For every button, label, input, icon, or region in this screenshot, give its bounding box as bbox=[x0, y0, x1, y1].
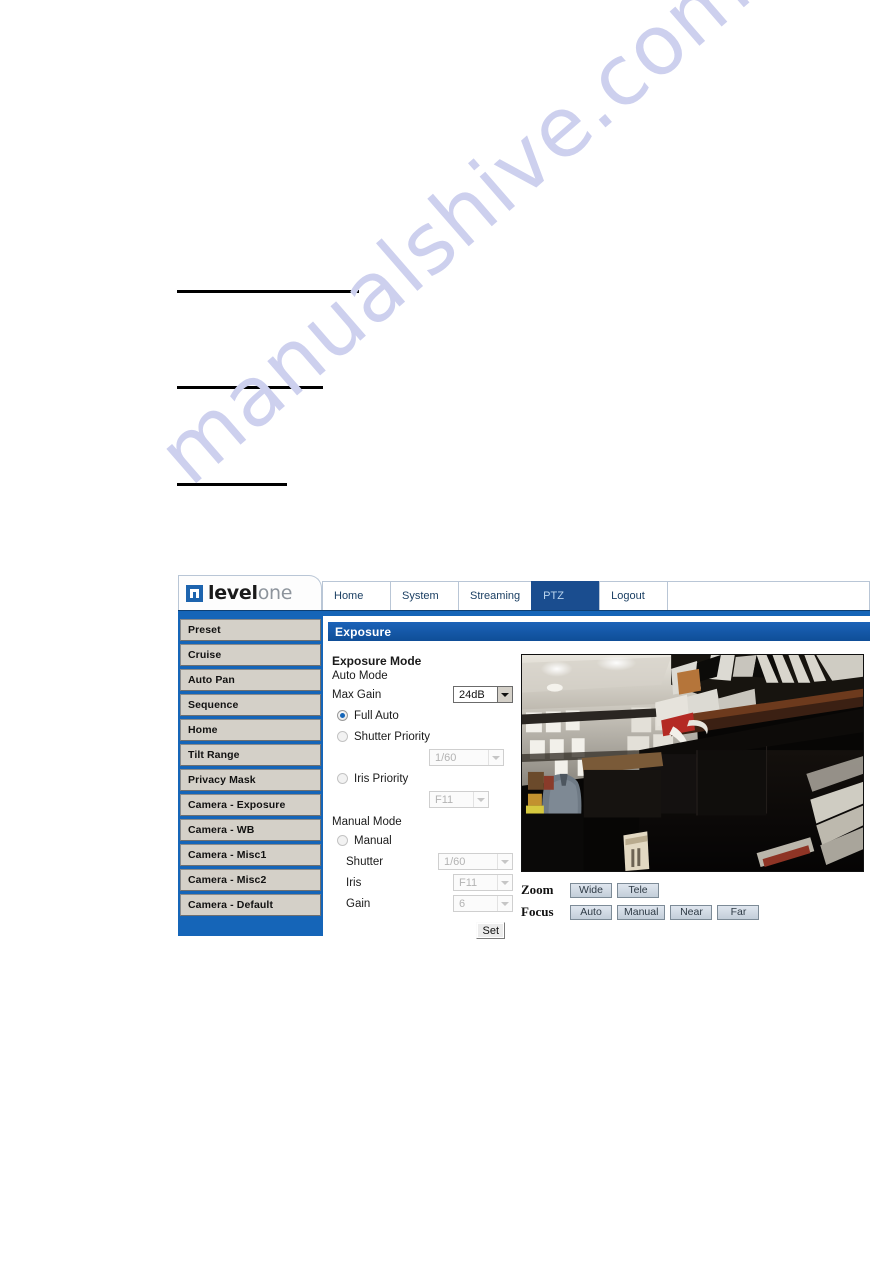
chevron-down-icon bbox=[473, 792, 488, 807]
gain-row: Gain 6 bbox=[332, 893, 513, 914]
iris-priority-radio[interactable] bbox=[337, 773, 348, 784]
zoom-tele-button[interactable]: Tele bbox=[617, 882, 659, 898]
sidebar-item-home[interactable]: Home bbox=[180, 719, 321, 741]
set-button-row: Set bbox=[332, 922, 513, 939]
main-nav-tabs: Home System Streaming PTZ Logout bbox=[322, 581, 870, 610]
tab-logout[interactable]: Logout bbox=[599, 581, 668, 610]
max-gain-row: Max Gain 24dB bbox=[332, 684, 513, 705]
manual-radio[interactable] bbox=[337, 835, 348, 846]
focus-control-row: Focus Auto Manual Near Far bbox=[521, 901, 870, 923]
video-still-image bbox=[522, 655, 863, 871]
tab-system[interactable]: System bbox=[390, 581, 458, 610]
exposure-form: Exposure Mode Auto Mode Max Gain 24dB Fu… bbox=[328, 654, 513, 939]
levelone-wordmark: levelone bbox=[208, 581, 293, 604]
manual-label: Manual bbox=[354, 834, 392, 847]
exposure-mode-heading: Exposure Mode bbox=[332, 654, 422, 668]
iris-priority-select[interactable]: F11 bbox=[429, 791, 489, 808]
manual-mode-label: Manual Mode bbox=[332, 816, 402, 828]
focus-auto-button[interactable]: Auto bbox=[570, 904, 612, 920]
panel-title: Exposure bbox=[328, 622, 870, 641]
sidebar-item-camera-exposure[interactable]: Camera - Exposure bbox=[180, 794, 321, 816]
sidebar-item-cruise[interactable]: Cruise bbox=[180, 644, 321, 666]
max-gain-select[interactable]: 24dB bbox=[453, 686, 513, 703]
auto-mode-label: Auto Mode bbox=[332, 670, 388, 682]
manual-page: manualshive.com levelone Home System Str… bbox=[0, 0, 894, 1263]
panel-body: Exposure Mode Auto Mode Max Gain 24dB Fu… bbox=[328, 641, 870, 939]
iris-priority-value: F11 bbox=[435, 793, 454, 806]
sidebar-nav: Preset Cruise Auto Pan Sequence Home Til… bbox=[178, 616, 323, 936]
levelone-logo: levelone bbox=[178, 575, 322, 610]
live-video-preview bbox=[521, 654, 864, 872]
full-auto-radio[interactable] bbox=[337, 710, 348, 721]
full-auto-radio-row[interactable]: Full Auto bbox=[332, 705, 513, 726]
tab-home[interactable]: Home bbox=[322, 581, 390, 610]
tab-bar-filler bbox=[667, 581, 870, 610]
iris-priority-radio-row[interactable]: Iris Priority bbox=[332, 768, 513, 789]
gain-select[interactable]: 6 bbox=[453, 895, 513, 912]
focus-near-button[interactable]: Near bbox=[670, 904, 713, 920]
zoom-label: Zoom bbox=[521, 882, 554, 897]
ui-body: Preset Cruise Auto Pan Sequence Home Til… bbox=[178, 616, 870, 939]
iris-row: Iris F11 bbox=[332, 872, 513, 893]
chevron-down-icon bbox=[497, 875, 512, 890]
focus-label: Focus bbox=[521, 904, 554, 919]
levelone-mark-icon bbox=[186, 584, 203, 602]
content-area: Exposure Exposure Mode Auto Mode Max Gai… bbox=[323, 616, 870, 939]
ptz-controls: Zoom Wide Tele Focus Auto Manual Near Fa… bbox=[521, 879, 870, 923]
sidebar-item-camera-misc2[interactable]: Camera - Misc2 bbox=[180, 869, 321, 891]
ui-header: levelone Home System Streaming PTZ Logou… bbox=[178, 575, 870, 610]
chevron-down-icon bbox=[497, 896, 512, 911]
video-column: Zoom Wide Tele Focus Auto Manual Near Fa… bbox=[513, 654, 870, 939]
redacted-heading-rule-3 bbox=[177, 483, 287, 486]
shutter-label: Shutter bbox=[346, 855, 384, 868]
shutter-priority-label: Shutter Priority bbox=[354, 730, 431, 743]
iris-label: Iris bbox=[346, 876, 362, 889]
sidebar-item-auto-pan[interactable]: Auto Pan bbox=[180, 669, 321, 691]
shutter-priority-radio-row[interactable]: Shutter Priority bbox=[332, 726, 513, 747]
manual-radio-row[interactable]: Manual bbox=[332, 830, 513, 851]
shutter-row: Shutter 1/60 bbox=[332, 851, 513, 872]
max-gain-value: 24dB bbox=[459, 688, 485, 701]
iris-value: F11 bbox=[459, 876, 478, 889]
shutter-select[interactable]: 1/60 bbox=[438, 853, 513, 870]
set-button[interactable]: Set bbox=[476, 922, 505, 939]
max-gain-label: Max Gain bbox=[332, 688, 382, 701]
gain-value: 6 bbox=[459, 897, 466, 910]
shutter-priority-select[interactable]: 1/60 bbox=[429, 749, 504, 766]
sidebar-item-preset[interactable]: Preset bbox=[180, 619, 321, 641]
chevron-down-icon bbox=[488, 750, 503, 765]
sidebar-item-sequence[interactable]: Sequence bbox=[180, 694, 321, 716]
gain-label: Gain bbox=[346, 897, 371, 910]
tab-streaming[interactable]: Streaming bbox=[458, 581, 532, 610]
focus-far-button[interactable]: Far bbox=[717, 904, 760, 920]
chevron-down-icon bbox=[497, 854, 512, 869]
tab-ptz[interactable]: PTZ bbox=[531, 581, 600, 610]
shutter-priority-value-row: 1/60 bbox=[332, 747, 513, 768]
zoom-control-row: Zoom Wide Tele bbox=[521, 879, 870, 901]
iris-priority-label: Iris Priority bbox=[354, 772, 409, 785]
iris-select[interactable]: F11 bbox=[453, 874, 513, 891]
focus-manual-button[interactable]: Manual bbox=[617, 904, 666, 920]
full-auto-label: Full Auto bbox=[354, 709, 399, 722]
shutter-value: 1/60 bbox=[444, 855, 466, 868]
sidebar-item-privacy-mask[interactable]: Privacy Mask bbox=[180, 769, 321, 791]
shutter-priority-radio[interactable] bbox=[337, 731, 348, 742]
camera-web-ui-screenshot: levelone Home System Streaming PTZ Logou… bbox=[178, 575, 870, 939]
chevron-down-icon bbox=[497, 687, 512, 702]
logo-text-level: level bbox=[208, 581, 258, 604]
page-watermark: manualshive.com bbox=[140, 0, 769, 504]
sidebar-item-camera-wb[interactable]: Camera - WB bbox=[180, 819, 321, 841]
sidebar-item-camera-default[interactable]: Camera - Default bbox=[180, 894, 321, 916]
redacted-heading-rule-1 bbox=[177, 290, 359, 293]
iris-priority-value-row: F11 bbox=[332, 789, 513, 810]
sidebar-item-tilt-range[interactable]: Tilt Range bbox=[180, 744, 321, 766]
logo-text-one: one bbox=[257, 581, 293, 604]
shutter-priority-value: 1/60 bbox=[435, 751, 457, 764]
zoom-wide-button[interactable]: Wide bbox=[570, 882, 612, 898]
redacted-heading-rule-2 bbox=[177, 386, 323, 389]
sidebar-item-camera-misc1[interactable]: Camera - Misc1 bbox=[180, 844, 321, 866]
